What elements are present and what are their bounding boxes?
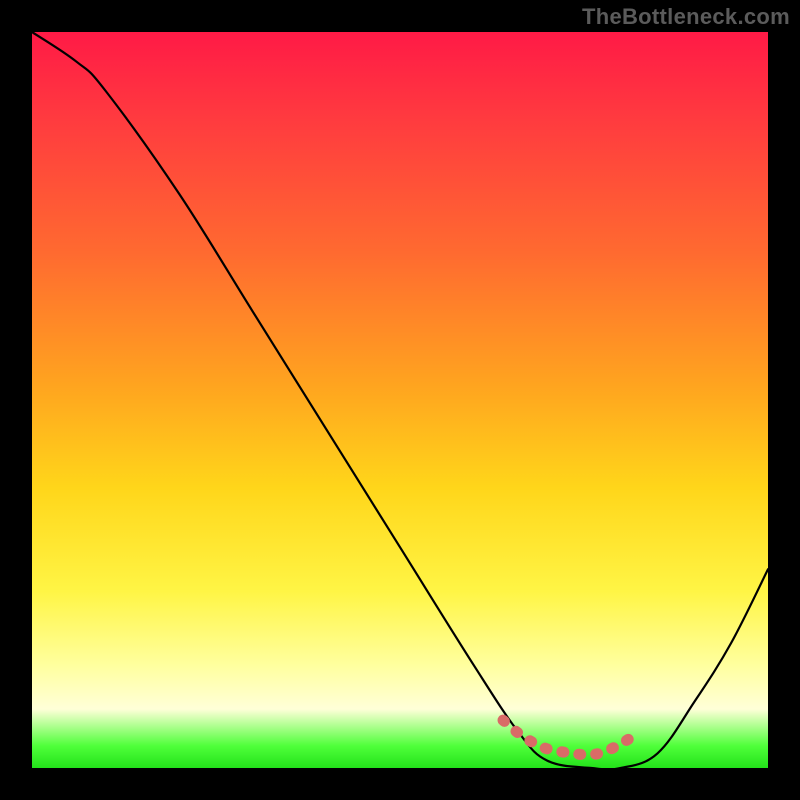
plot-area [32,32,768,768]
chart-svg [32,32,768,768]
watermark-text: TheBottleneck.com [582,4,790,30]
bottleneck-curve-path [32,32,768,768]
chart-frame: TheBottleneck.com [0,0,800,800]
